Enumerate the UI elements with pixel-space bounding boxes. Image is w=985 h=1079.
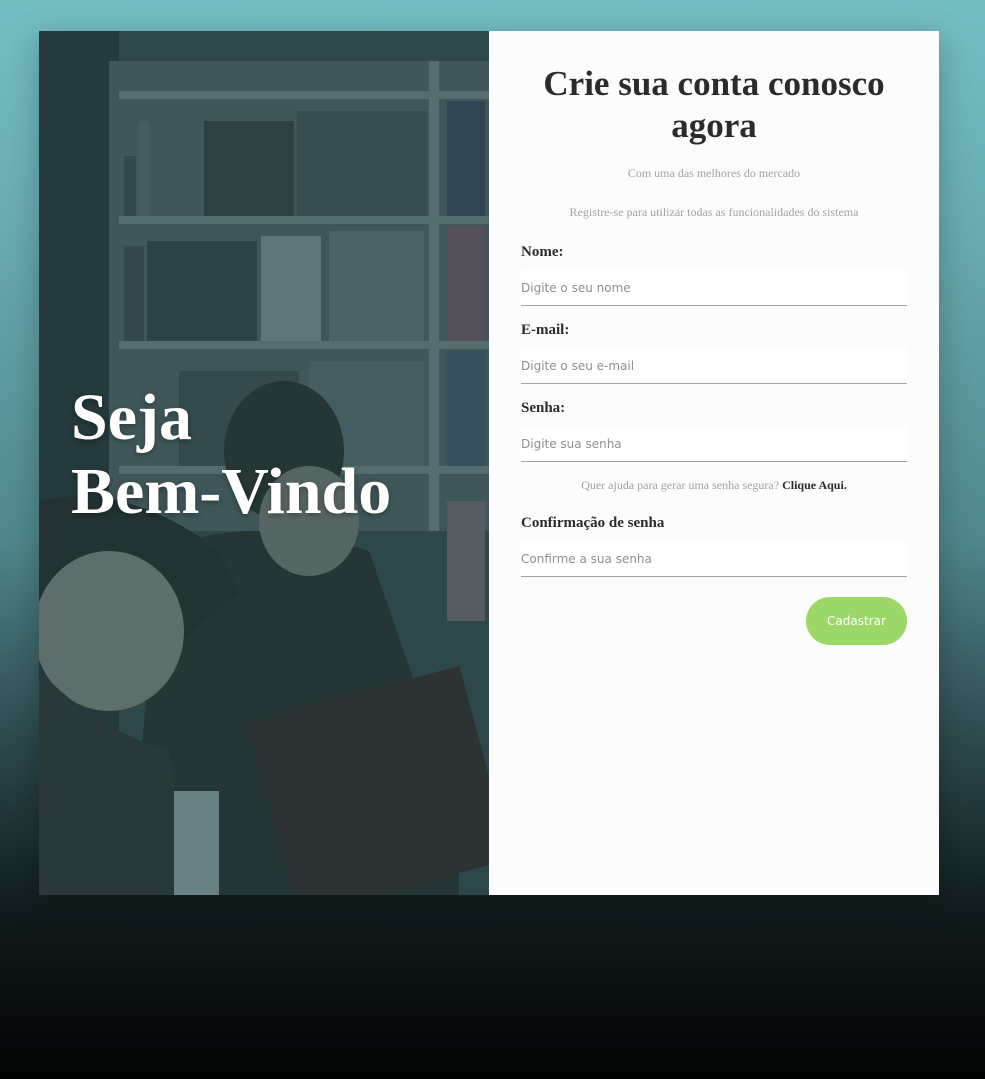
welcome-title: Seja Bem-Vindo: [71, 381, 391, 529]
welcome-title-line2: Bem-Vindo: [71, 455, 392, 528]
password-label: Senha:: [521, 400, 566, 416]
name-input[interactable]: [521, 270, 907, 306]
form-title: Crie sua conta conosco agora: [543, 64, 885, 145]
welcome-title-line1: Seja: [71, 381, 192, 454]
password-input[interactable]: [521, 426, 907, 462]
confirm-password-label: Confirmação de senha: [521, 515, 665, 531]
password-help-text: Quer ajuda para gerar uma senha segura?: [581, 478, 780, 492]
hero-panel: Seja Bem-Vindo: [39, 31, 489, 895]
register-button[interactable]: Cadastrar: [806, 597, 907, 645]
password-help-link[interactable]: Clique Aqui.: [782, 478, 847, 492]
email-label: E-mail:: [521, 322, 570, 338]
confirm-password-input[interactable]: [521, 541, 907, 577]
register-card: Seja Bem-Vindo Crie sua conta conosco ag…: [39, 31, 939, 895]
register-form: Crie sua conta conosco agora Com uma das…: [489, 31, 939, 895]
form-subtitle: Com uma das melhores do mercado: [627, 166, 801, 180]
form-subtitle-secondary: Registre-se para utilizar todas as funci…: [569, 205, 859, 219]
email-input[interactable]: [521, 348, 907, 384]
password-help: Quer ajuda para gerar uma senha segura? …: [521, 478, 907, 493]
name-label: Nome:: [521, 244, 564, 260]
